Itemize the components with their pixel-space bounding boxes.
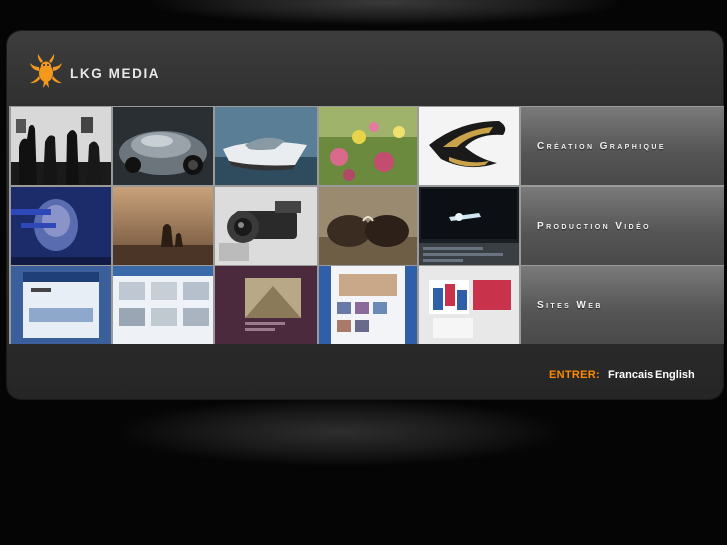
section-label: Production Vidéo (537, 220, 652, 232)
section-label: Sites Web (537, 299, 603, 311)
lkg-logo-icon[interactable] (27, 53, 65, 89)
enter-label: ENTRER: (549, 369, 600, 381)
section-creation-graphique[interactable]: Création Graphique (521, 107, 724, 185)
thumb-video-face[interactable] (11, 187, 111, 265)
language-link-english[interactable]: English (655, 369, 695, 381)
language-link-francais[interactable]: Francais (608, 369, 653, 381)
thumb-flowers[interactable] (319, 107, 417, 185)
thumb-silhouettes[interactable] (11, 107, 111, 185)
brand-name[interactable]: LKG MEDIA (70, 66, 160, 81)
thumb-website-ipra[interactable] (11, 266, 111, 344)
section-production-video[interactable]: Production Vidéo (521, 187, 724, 265)
thumb-shark-logo[interactable] (419, 107, 519, 185)
panel-reflection (120, 398, 560, 466)
thumb-website-kids[interactable] (319, 266, 417, 344)
row-production-video: Production Vidéo (9, 187, 724, 265)
section-label: Création Graphique (537, 140, 666, 152)
top-glow-decoration (150, 0, 620, 25)
thumb-sunset-people[interactable] (113, 187, 213, 265)
section-sites-web[interactable]: Sites Web (521, 266, 724, 344)
thumb-website-park[interactable] (215, 266, 317, 344)
thumb-bulls[interactable] (319, 187, 417, 265)
row-creation-graphique: Création Graphique (9, 107, 724, 185)
thumb-concept-car[interactable] (113, 107, 213, 185)
thumb-boat[interactable] (215, 107, 317, 185)
thumb-video-editor[interactable] (419, 187, 519, 265)
thumb-website-cas[interactable] (419, 266, 519, 344)
thumb-camera[interactable] (215, 187, 317, 265)
row-sites-web: Sites Web (9, 266, 724, 344)
portfolio-grid: Création Graphique Production Vidéo Site… (9, 106, 724, 344)
thumb-website-shop[interactable] (113, 266, 213, 344)
